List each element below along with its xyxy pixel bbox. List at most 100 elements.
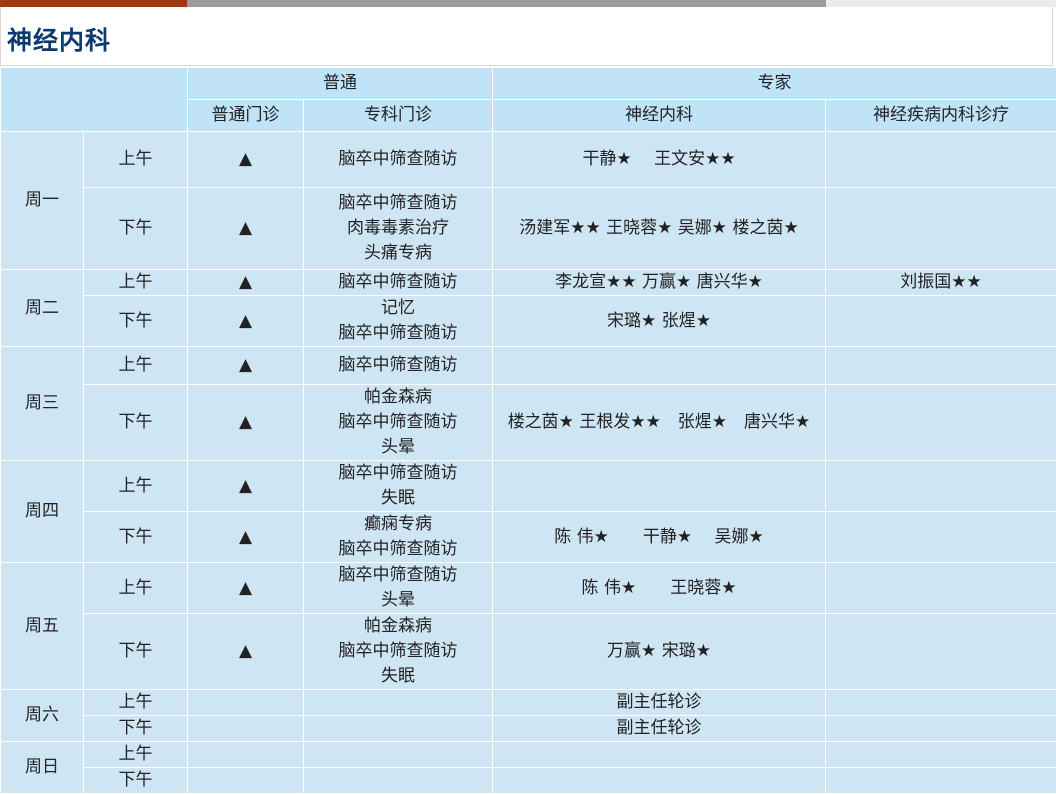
special-clinic-item: 脑卒中筛查随访 — [304, 147, 492, 172]
special-clinic-cell: 脑卒中筛查随访 — [304, 132, 493, 188]
table-row: 周日上午 — [1, 742, 1056, 768]
special-clinic-item: 脑卒中筛查随访 — [304, 191, 492, 216]
neuro-disease-cell — [826, 614, 1056, 690]
special-clinic-cell: 脑卒中筛查随访失眠 — [304, 461, 493, 512]
general-clinic-cell — [188, 716, 304, 742]
page-title: 神经内科 — [7, 21, 111, 57]
title-box: 神经内科 — [0, 7, 1053, 66]
special-clinic-item: 头晕 — [304, 435, 492, 460]
table-row: 周五上午▲脑卒中筛查随访头晕陈 伟★ 王晓蓉★ — [1, 563, 1056, 614]
neuro-expert-cell: 李龙宣★★ 万赢★ 唐兴华★ — [493, 270, 826, 296]
period-cell: 上午 — [84, 132, 188, 188]
special-clinic-item: 脑卒中筛查随访 — [304, 270, 492, 295]
header-special-clinic: 专科门诊 — [304, 100, 493, 132]
neuro-disease-cell — [826, 347, 1056, 385]
special-clinic-cell: 脑卒中筛查随访 — [304, 347, 493, 385]
special-clinic-cell — [304, 742, 493, 768]
period-cell: 下午 — [84, 512, 188, 563]
neuro-expert-cell: 陈 伟★ 干静★ 吴娜★ — [493, 512, 826, 563]
general-clinic-cell — [188, 768, 304, 794]
table-row: 周二上午▲脑卒中筛查随访李龙宣★★ 万赢★ 唐兴华★刘振国★★ — [1, 270, 1056, 296]
period-cell: 下午 — [84, 614, 188, 690]
neuro-expert-cell: 汤建军★★ 王晓蓉★ 吴娜★ 楼之茵★ — [493, 188, 826, 270]
special-clinic-cell — [304, 690, 493, 716]
accent-bar-gray — [187, 0, 826, 7]
special-clinic-cell: 脑卒中筛查随访肉毒毒素治疗头痛专病 — [304, 188, 493, 270]
schedule-body: 周一上午▲脑卒中筛查随访干静★ 王文安★★下午▲脑卒中筛查随访肉毒毒素治疗头痛专… — [1, 132, 1056, 794]
period-cell: 上午 — [84, 563, 188, 614]
top-accent-bar — [0, 0, 1056, 7]
accent-bar-red — [0, 0, 187, 7]
neuro-disease-cell — [826, 716, 1056, 742]
table-row: 下午▲癫痫专病脑卒中筛查随访陈 伟★ 干静★ 吴娜★ — [1, 512, 1056, 563]
day-cell: 周五 — [1, 563, 84, 690]
header-corner — [1, 68, 188, 132]
day-cell: 周三 — [1, 347, 84, 461]
special-clinic-cell: 脑卒中筛查随访头晕 — [304, 563, 493, 614]
special-clinic-item: 癫痫专病 — [304, 512, 492, 537]
table-row: 周四上午▲脑卒中筛查随访失眠 — [1, 461, 1056, 512]
period-cell: 下午 — [84, 385, 188, 461]
general-clinic-cell: ▲ — [188, 270, 304, 296]
table-row: 下午副主任轮诊 — [1, 716, 1056, 742]
special-clinic-cell: 帕金森病脑卒中筛查随访失眠 — [304, 614, 493, 690]
general-clinic-cell: ▲ — [188, 188, 304, 270]
period-cell: 上午 — [84, 347, 188, 385]
header-general-clinic: 普通门诊 — [188, 100, 304, 132]
period-cell: 上午 — [84, 690, 188, 716]
special-clinic-item: 脑卒中筛查随访 — [304, 461, 492, 486]
table-row: 周三上午▲脑卒中筛查随访 — [1, 347, 1056, 385]
table-row: 下午 — [1, 768, 1056, 794]
period-cell: 下午 — [84, 768, 188, 794]
neuro-disease-cell — [826, 132, 1056, 188]
special-clinic-cell — [304, 768, 493, 794]
special-clinic-item: 肉毒毒素治疗 — [304, 216, 492, 241]
special-clinic-item: 失眠 — [304, 486, 492, 511]
period-cell: 下午 — [84, 716, 188, 742]
neuro-disease-cell — [826, 768, 1056, 794]
special-clinic-cell: 记忆脑卒中筛查随访 — [304, 296, 493, 347]
period-cell: 上午 — [84, 461, 188, 512]
header-neuro-disease: 神经疾病内科诊疗 — [826, 100, 1056, 132]
special-clinic-item: 脑卒中筛查随访 — [304, 321, 492, 346]
table-row: 下午▲记忆脑卒中筛查随访宋璐★ 张煋★ — [1, 296, 1056, 347]
day-cell: 周四 — [1, 461, 84, 563]
general-clinic-cell — [188, 742, 304, 768]
neuro-expert-cell: 楼之茵★ 王根发★★ 张煋★ 唐兴华★ — [493, 385, 826, 461]
period-cell: 下午 — [84, 296, 188, 347]
special-clinic-cell: 帕金森病脑卒中筛查随访头晕 — [304, 385, 493, 461]
schedule-table: 普通 专家 普通门诊 专科门诊 神经内科 神经疾病内科诊疗 周一上午▲脑卒中筛查… — [0, 67, 1056, 794]
neuro-expert-cell: 副主任轮诊 — [493, 690, 826, 716]
header-group-expert: 专家 — [493, 68, 1056, 100]
special-clinic-item: 失眠 — [304, 664, 492, 689]
neuro-disease-cell — [826, 563, 1056, 614]
period-cell: 下午 — [84, 188, 188, 270]
neuro-disease-cell — [826, 512, 1056, 563]
table-row: 下午▲帕金森病脑卒中筛查随访失眠万赢★ 宋璐★ — [1, 614, 1056, 690]
general-clinic-cell: ▲ — [188, 461, 304, 512]
day-cell: 周日 — [1, 742, 84, 794]
day-cell: 周一 — [1, 132, 84, 270]
general-clinic-cell: ▲ — [188, 296, 304, 347]
neuro-disease-cell — [826, 296, 1056, 347]
special-clinic-item: 头痛专病 — [304, 241, 492, 266]
period-cell: 上午 — [84, 742, 188, 768]
header-neuro: 神经内科 — [493, 100, 826, 132]
neuro-disease-cell — [826, 461, 1056, 512]
table-row: 周一上午▲脑卒中筛查随访干静★ 王文安★★ — [1, 132, 1056, 188]
special-clinic-cell: 脑卒中筛查随访 — [304, 270, 493, 296]
neuro-expert-cell — [493, 768, 826, 794]
neuro-expert-cell: 陈 伟★ 王晓蓉★ — [493, 563, 826, 614]
neuro-expert-cell: 宋璐★ 张煋★ — [493, 296, 826, 347]
neuro-disease-cell — [826, 188, 1056, 270]
general-clinic-cell — [188, 690, 304, 716]
general-clinic-cell: ▲ — [188, 563, 304, 614]
table-row: 下午▲脑卒中筛查随访肉毒毒素治疗头痛专病汤建军★★ 王晓蓉★ 吴娜★ 楼之茵★ — [1, 188, 1056, 270]
neuro-expert-cell: 万赢★ 宋璐★ — [493, 614, 826, 690]
period-cell: 上午 — [84, 270, 188, 296]
general-clinic-cell: ▲ — [188, 614, 304, 690]
neuro-expert-cell — [493, 347, 826, 385]
neuro-expert-cell: 干静★ 王文安★★ — [493, 132, 826, 188]
neuro-disease-cell — [826, 690, 1056, 716]
neuro-disease-cell — [826, 385, 1056, 461]
